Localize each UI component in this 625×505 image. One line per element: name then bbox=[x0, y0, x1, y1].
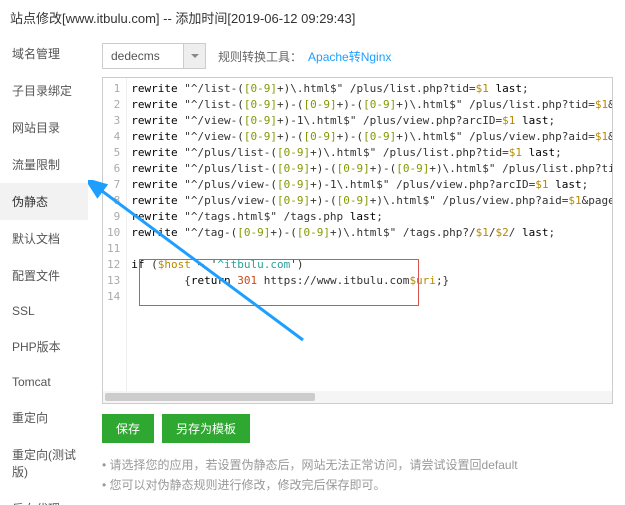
code-line: rewrite "^/list-([0-9]+)\.html$" /plus/l… bbox=[131, 81, 608, 97]
sidebar-item[interactable]: 网站目录 bbox=[0, 109, 88, 146]
sidebar-item[interactable]: 重定向 bbox=[0, 399, 88, 436]
code-editor[interactable]: 1234567891011121314 rewrite "^/list-([0-… bbox=[102, 77, 613, 404]
code-line: rewrite "^/view-([0-9]+)-1\.html$" /plus… bbox=[131, 113, 608, 129]
sidebar-item[interactable]: 域名管理 bbox=[0, 35, 88, 72]
code-line bbox=[131, 241, 608, 257]
select-value: dedecms bbox=[103, 49, 183, 63]
tip-line: 您可以对伪静态规则进行修改，修改完后保存即可。 bbox=[102, 475, 613, 495]
chevron-down-icon[interactable] bbox=[183, 44, 205, 68]
convert-link[interactable]: Apache转Nginx bbox=[308, 48, 391, 65]
main-panel: dedecms 规则转换工具： Apache转Nginx 12345678910… bbox=[88, 35, 625, 505]
scrollbar-thumb[interactable] bbox=[105, 393, 315, 401]
sidebar-item[interactable]: 子目录绑定 bbox=[0, 72, 88, 109]
sidebar-item[interactable]: 伪静态 bbox=[0, 183, 88, 220]
code-line: rewrite "^/plus/list-([0-9]+)-([0-9]+)-(… bbox=[131, 161, 608, 177]
sidebar-item[interactable]: 反向代理 bbox=[0, 490, 88, 505]
page-title: 站点修改[www.itbulu.com] -- 添加时间[2019-06-12 … bbox=[0, 0, 625, 35]
code-line: rewrite "^/plus/view-([0-9]+)-([0-9]+)\.… bbox=[131, 193, 608, 209]
code-area[interactable]: rewrite "^/list-([0-9]+)\.html$" /plus/l… bbox=[127, 78, 612, 403]
tip-line: 请选择您的应用，若设置伪静态后，网站无法正常访问，请尝试设置回default bbox=[102, 455, 613, 475]
tool-label: 规则转换工具： bbox=[218, 48, 302, 65]
sidebar-item[interactable]: 默认文档 bbox=[0, 220, 88, 257]
code-line: rewrite "^/tags.html$" /tags.php last; bbox=[131, 209, 608, 225]
save-button[interactable]: 保存 bbox=[102, 414, 154, 443]
sidebar-item[interactable]: PHP版本 bbox=[0, 328, 88, 365]
code-line: rewrite "^/plus/view-([0-9]+)-1\.html$" … bbox=[131, 177, 608, 193]
sidebar-item[interactable]: Tomcat bbox=[0, 365, 88, 399]
code-line: rewrite "^/list-([0-9]+)-([0-9]+)-([0-9]… bbox=[131, 97, 608, 113]
tips: 请选择您的应用，若设置伪静态后，网站无法正常访问，请尝试设置回default 您… bbox=[102, 455, 613, 495]
sidebar-item[interactable]: SSL bbox=[0, 294, 88, 328]
template-select[interactable]: dedecms bbox=[102, 43, 206, 69]
toolbar: dedecms 规则转换工具： Apache转Nginx bbox=[102, 43, 613, 69]
code-line: rewrite "^/plus/list-([0-9]+)\.html$" /p… bbox=[131, 145, 608, 161]
code-line: rewrite "^/view-([0-9]+)-([0-9]+)-([0-9]… bbox=[131, 129, 608, 145]
sidebar-item[interactable]: 配置文件 bbox=[0, 257, 88, 294]
sidebar-item[interactable]: 重定向(测试版) bbox=[0, 436, 88, 490]
button-row: 保存 另存为模板 bbox=[102, 414, 613, 443]
code-line: rewrite "^/tag-([0-9]+)-([0-9]+)\.html$"… bbox=[131, 225, 608, 241]
code-line bbox=[131, 289, 608, 305]
horizontal-scrollbar[interactable] bbox=[103, 391, 612, 403]
line-gutter: 1234567891011121314 bbox=[103, 78, 127, 403]
sidebar-item[interactable]: 流量限制 bbox=[0, 146, 88, 183]
sidebar: 域名管理子目录绑定网站目录流量限制伪静态默认文档配置文件SSLPHP版本Tomc… bbox=[0, 35, 88, 505]
code-line: {return 301 https://www.itbulu.com$uri;} bbox=[131, 273, 608, 289]
code-line: if ($host ~ '^itbulu.com') bbox=[131, 257, 608, 273]
save-template-button[interactable]: 另存为模板 bbox=[162, 414, 250, 443]
